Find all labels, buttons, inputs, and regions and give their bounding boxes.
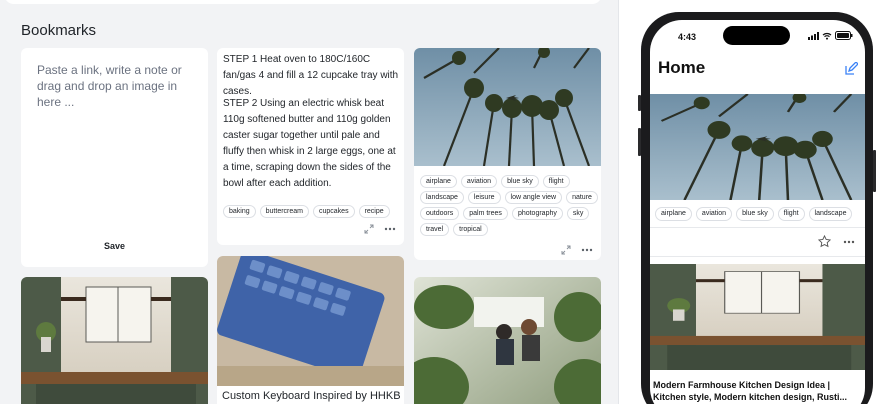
save-button[interactable]: Save (21, 241, 208, 251)
star-icon[interactable] (818, 235, 831, 248)
note-step-2: STEP 2 Using an electric whisk beat 110g… (223, 98, 396, 189)
note-card[interactable]: STEP 1 Heat oven to 180C/160C fan/gas 4 … (217, 48, 404, 245)
status-icons (808, 31, 853, 40)
note-step-1: STEP 1 Heat oven to 180C/160C fan/gas 4 … (223, 54, 399, 97)
note-tags: baking buttercream cupcakes recipe (223, 205, 401, 218)
mobile-kitchen-caption: Modern Farmhouse Kitchen Design Idea | K… (653, 380, 848, 402)
tag[interactable]: airplane (420, 175, 457, 188)
phone-side-button (873, 150, 876, 192)
kitchen-image[interactable] (21, 277, 208, 404)
tag[interactable]: landscape (808, 207, 853, 221)
keyboard-card[interactable]: Custom Keyboard Inspired by HHKB (217, 256, 404, 404)
tag[interactable]: blue sky (736, 207, 774, 221)
dynamic-island (723, 26, 790, 45)
expand-icon[interactable] (364, 224, 374, 234)
tag[interactable]: flight (542, 175, 570, 188)
keyboard-caption: Custom Keyboard Inspired by HHKB (222, 390, 401, 402)
bookmarks-panel: Bookmarks Paste a link, write a note or … (0, 0, 618, 404)
section-title: Bookmarks (21, 22, 97, 39)
keyboard-image[interactable] (217, 256, 404, 386)
tag[interactable]: palm trees (463, 207, 508, 220)
compose-card[interactable]: Paste a link, write a note or drag and d… (21, 48, 208, 267)
photo-card[interactable]: airplane aviation blue sky flight landsc… (414, 48, 601, 260)
top-card-edge (4, 0, 602, 4)
wifi-icon (822, 32, 832, 40)
phone-side-button (638, 128, 641, 156)
tag[interactable]: nature (566, 191, 598, 204)
tag[interactable]: aviation (695, 207, 733, 221)
tag[interactable]: sky (566, 207, 590, 220)
battery-icon (835, 31, 853, 40)
mobile-palm-image[interactable] (650, 94, 865, 200)
tag[interactable]: recipe (358, 205, 390, 218)
office-card[interactable] (414, 277, 601, 404)
tag[interactable]: low angle view (504, 191, 563, 204)
note-actions (364, 224, 396, 234)
panel-divider (618, 0, 619, 404)
tag[interactable]: blue sky (501, 175, 539, 188)
photo-tags: airplane aviation blue sky flight landsc… (420, 175, 598, 236)
more-icon[interactable] (843, 240, 855, 244)
phone-side-button (638, 95, 641, 111)
mobile-kitchen-image[interactable] (650, 264, 865, 370)
divider (650, 227, 865, 228)
more-icon[interactable] (581, 248, 593, 252)
tag[interactable]: aviation (460, 175, 498, 188)
palm-trees-image[interactable] (414, 48, 601, 166)
phone-screen: 4:43 Home airplane aviation blue sky fli… (650, 20, 865, 404)
home-title: Home (658, 58, 706, 77)
tag[interactable]: cupcakes (313, 205, 355, 218)
tag[interactable]: baking (223, 205, 256, 218)
tag[interactable]: buttercream (259, 205, 309, 218)
photo-actions (561, 245, 593, 255)
tag[interactable]: leisure (467, 191, 501, 204)
tag[interactable]: outdoors (420, 207, 460, 220)
divider (650, 256, 865, 257)
mobile-actions (818, 235, 855, 248)
status-time: 4:43 (678, 32, 697, 42)
tag[interactable]: landscape (420, 191, 464, 204)
compose-placeholder[interactable]: Paste a link, write a note or drag and d… (37, 62, 197, 110)
expand-icon[interactable] (561, 245, 571, 255)
tag[interactable]: tropical (453, 223, 488, 236)
mobile-tags: airplane aviation blue sky flight landsc… (655, 207, 853, 221)
tag[interactable]: photography (511, 207, 563, 220)
compose-icon[interactable] (844, 62, 858, 76)
tag[interactable]: airplane (655, 207, 692, 221)
more-icon[interactable] (384, 227, 396, 231)
tag[interactable]: flight (777, 207, 805, 221)
signal-icon (808, 31, 819, 40)
kitchen-card[interactable] (21, 277, 208, 404)
tag[interactable]: travel (420, 223, 450, 236)
office-image[interactable] (414, 277, 601, 404)
